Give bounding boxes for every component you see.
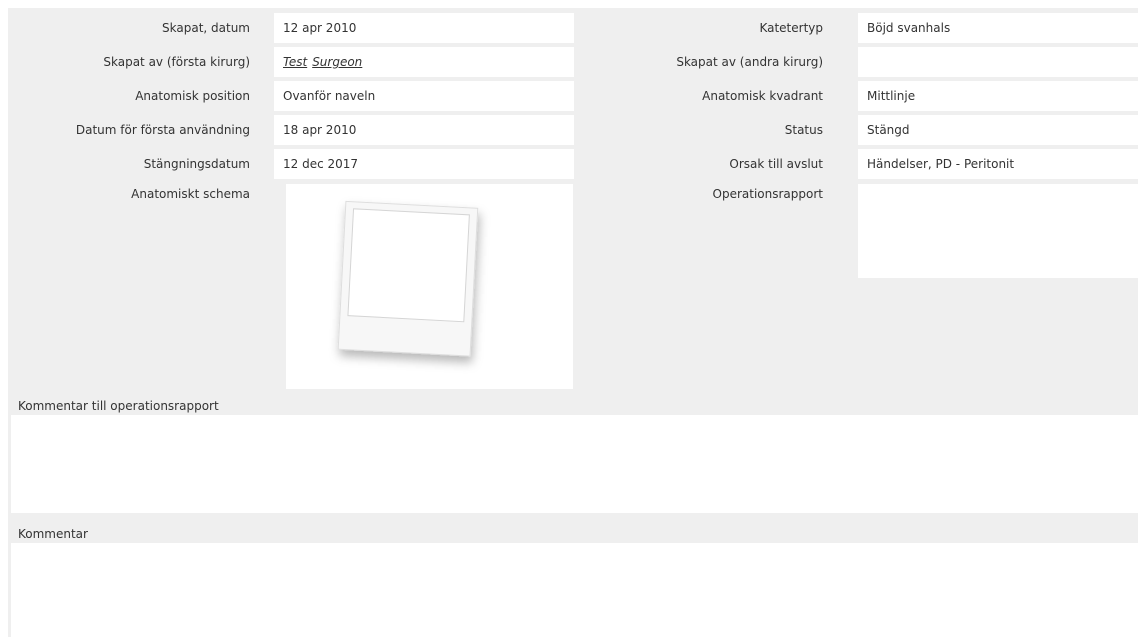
photo-placeholder-icon — [337, 200, 479, 357]
first-surgeon-field: Test Surgeon — [274, 47, 574, 77]
label-comment: Kommentar — [18, 527, 88, 541]
status-field[interactable]: Stängd — [858, 115, 1138, 145]
anatomic-position-field[interactable]: Ovanför naveln — [274, 81, 574, 111]
label-second-surgeon: Skapat av (andra kirurg) — [676, 55, 823, 69]
second-surgeon-field[interactable] — [858, 47, 1138, 77]
catheter-type-field[interactable]: Böjd svanhals — [858, 13, 1138, 43]
first-use-date-field[interactable]: 18 apr 2010 — [274, 115, 574, 145]
closing-date-field[interactable]: 12 dec 2017 — [274, 149, 574, 179]
label-anatomic-quadrant: Anatomisk kvadrant — [702, 89, 823, 103]
label-catheter-type: Katetertyp — [759, 21, 823, 35]
label-anatomic-schema: Anatomiskt schema — [131, 187, 250, 201]
label-first-use-date: Datum för första användning — [75, 123, 250, 137]
comment-textarea[interactable] — [11, 543, 1138, 637]
catheter-detail-panel: Skapat, datum 12 apr 2010 Katetertyp Böj… — [8, 8, 1138, 637]
surgeon-link-first[interactable]: Test — [283, 55, 307, 69]
label-closing-date: Stängningsdatum — [143, 157, 250, 171]
surgeon-link-last[interactable]: Surgeon — [312, 55, 362, 69]
label-operation-report: Operationsrapport — [712, 187, 823, 201]
label-created-date: Skapat, datum — [162, 21, 250, 35]
label-anatomic-position: Anatomisk position — [135, 89, 250, 103]
operation-report-area[interactable] — [858, 184, 1138, 278]
anatomic-schema-image[interactable] — [286, 184, 573, 389]
label-end-reason: Orsak till avslut — [729, 157, 823, 171]
operation-comment-textarea[interactable] — [11, 415, 1138, 513]
created-date-field[interactable]: 12 apr 2010 — [274, 13, 574, 43]
label-status: Status — [784, 123, 823, 137]
label-first-surgeon: Skapat av (första kirurg) — [103, 55, 250, 69]
end-reason-field[interactable]: Händelser, PD - Peritonit — [858, 149, 1138, 179]
anatomic-quadrant-field[interactable]: Mittlinje — [858, 81, 1138, 111]
label-operation-comment: Kommentar till operationsrapport — [18, 399, 219, 413]
